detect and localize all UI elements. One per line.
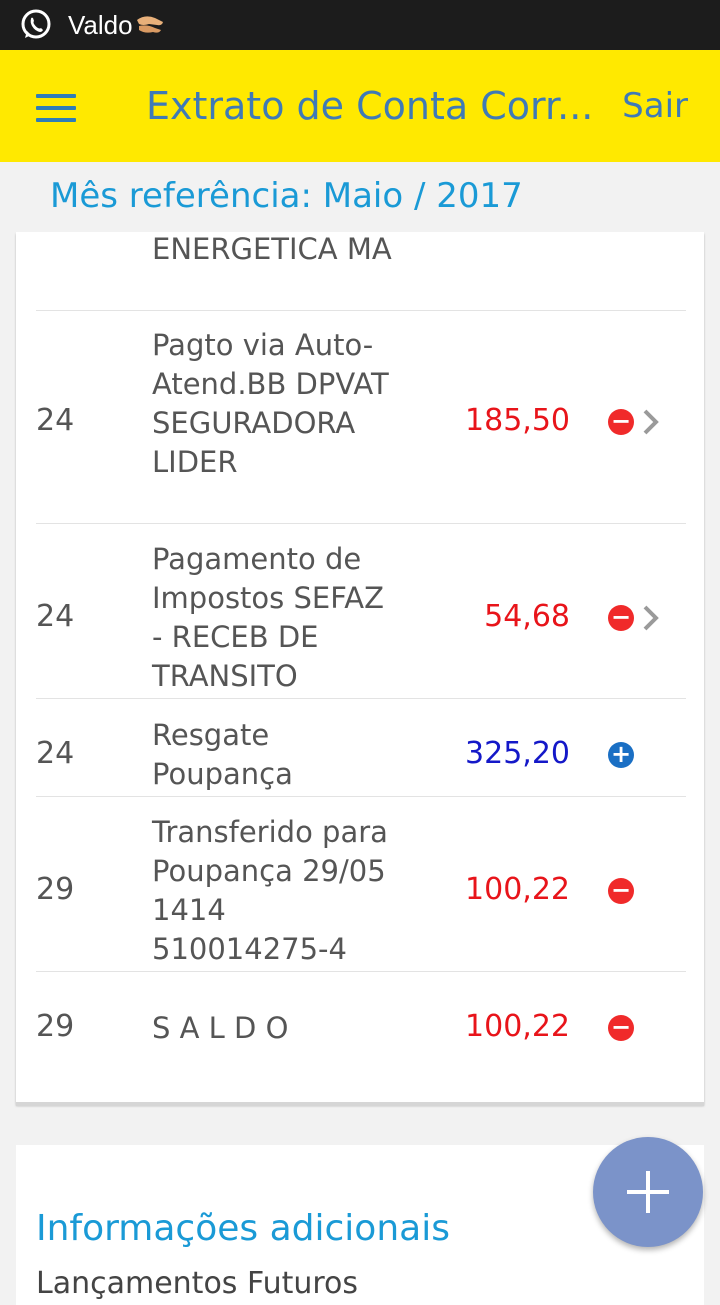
logout-button[interactable]: Sair xyxy=(622,86,688,126)
whatsapp-icon xyxy=(18,7,54,43)
transaction-row: 24 Resgate Poupança 325,20 + xyxy=(36,698,686,797)
page-title: Extrato de Conta Corr... xyxy=(146,84,594,128)
transaction-amount: 54,68 xyxy=(484,599,570,634)
transaction-row[interactable]: 24 Pagto via Auto-Atend.BB DPVAT SEGURAD… xyxy=(36,310,686,524)
transaction-description: Transferido para Poupança 29/05 1414 510… xyxy=(152,815,388,966)
transaction-row: ENERGETICA MA xyxy=(36,232,686,311)
notification-text: Valdo xyxy=(68,9,133,40)
additional-info-title: Informações adicionais xyxy=(36,1208,450,1249)
chevron-right-icon[interactable] xyxy=(640,407,662,437)
minus-circle-icon: − xyxy=(608,409,634,435)
statement-list: ENERGETICA MA 24 Pagto via Auto-Atend.BB… xyxy=(16,232,704,1104)
transaction-amount: 325,20 xyxy=(465,736,570,771)
future-entries-label: Lançamentos Futuros xyxy=(36,1266,359,1301)
transaction-description: ENERGETICA MA xyxy=(152,232,392,266)
transaction-amount: 185,50 xyxy=(465,403,570,438)
minus-circle-icon: − xyxy=(608,878,634,904)
transaction-row: 29 Transferido para Poupança 29/05 1414 … xyxy=(36,796,686,972)
minus-circle-icon: − xyxy=(608,605,634,631)
balance-amount: 100,22 xyxy=(465,1009,570,1044)
plus-circle-icon: + xyxy=(608,742,634,768)
transaction-day: 29 xyxy=(36,872,75,907)
transaction-day: 24 xyxy=(36,736,75,771)
hands-emoji-icon xyxy=(135,12,165,38)
add-fab-button[interactable] xyxy=(593,1137,703,1247)
status-bar: Valdo xyxy=(0,0,720,50)
transaction-description: Pagto via Auto-Atend.BB DPVAT SEGURADORA… xyxy=(152,328,389,479)
minus-circle-icon: − xyxy=(608,1015,634,1041)
card-divider xyxy=(16,1102,704,1106)
reference-month-label: Mês referência: Maio / 2017 xyxy=(50,176,523,216)
transaction-day: 24 xyxy=(36,599,75,634)
hamburger-menu-icon[interactable] xyxy=(36,94,76,124)
chevron-right-icon[interactable] xyxy=(640,603,662,633)
balance-label: S A L D O xyxy=(152,1011,289,1045)
transaction-day: 29 xyxy=(36,1009,75,1044)
balance-row: 29 S A L D O 100,22 − xyxy=(36,971,686,1081)
transaction-description: Pagamento de Impostos SEFAZ - RECEB DE T… xyxy=(152,542,384,693)
transaction-day: 24 xyxy=(36,403,75,438)
app-bar: Extrato de Conta Corr... Sair xyxy=(0,50,720,162)
transaction-amount: 100,22 xyxy=(465,872,570,907)
transaction-row[interactable]: 24 Pagamento de Impostos SEFAZ - RECEB D… xyxy=(36,523,686,699)
transaction-description: Resgate Poupança xyxy=(152,718,293,791)
